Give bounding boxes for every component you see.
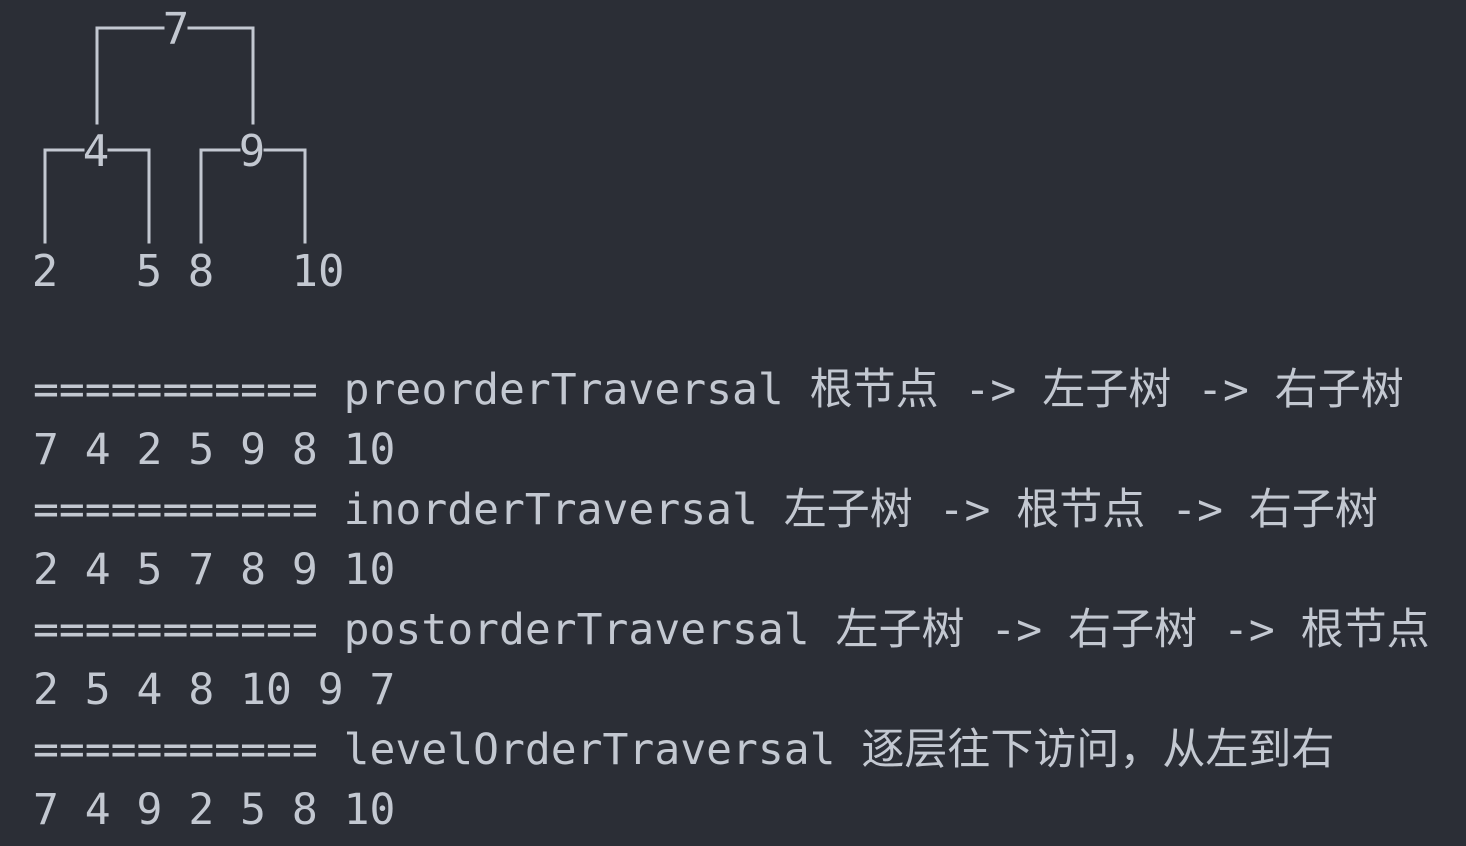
postorder-header-line: =========== postorderTraversal 左子树 -> 右子… xyxy=(33,605,1430,655)
preorder-header-line: =========== preorderTraversal 根节点 -> 左子树… xyxy=(33,365,1404,415)
tree-node-9: 9 xyxy=(239,126,266,177)
levelorder-result-line: 7 4 9 2 5 8 10 xyxy=(33,785,396,835)
postorder-result-line: 2 5 4 8 10 9 7 xyxy=(33,665,396,715)
console-output: 7 4 9 2 5 8 10 =========== preorderTrave… xyxy=(0,0,1466,846)
levelorder-header-line: =========== levelOrderTraversal 逐层往下访问，从… xyxy=(33,725,1335,775)
inorder-result-line: 2 4 5 7 8 9 10 xyxy=(33,545,396,595)
tree-node-2: 2 xyxy=(32,246,59,297)
inorder-header-line: =========== inorderTraversal 左子树 -> 根节点 … xyxy=(33,485,1378,535)
binary-tree-diagram: 7 4 9 2 5 8 10 xyxy=(32,4,345,297)
tree-node-5: 5 xyxy=(136,246,163,297)
tree-node-root: 7 xyxy=(163,4,190,55)
tree-node-4: 4 xyxy=(83,126,110,177)
tree-node-8: 8 xyxy=(188,246,215,297)
preorder-result-line: 7 4 2 5 9 8 10 xyxy=(33,425,396,475)
tree-node-10: 10 xyxy=(292,246,345,297)
